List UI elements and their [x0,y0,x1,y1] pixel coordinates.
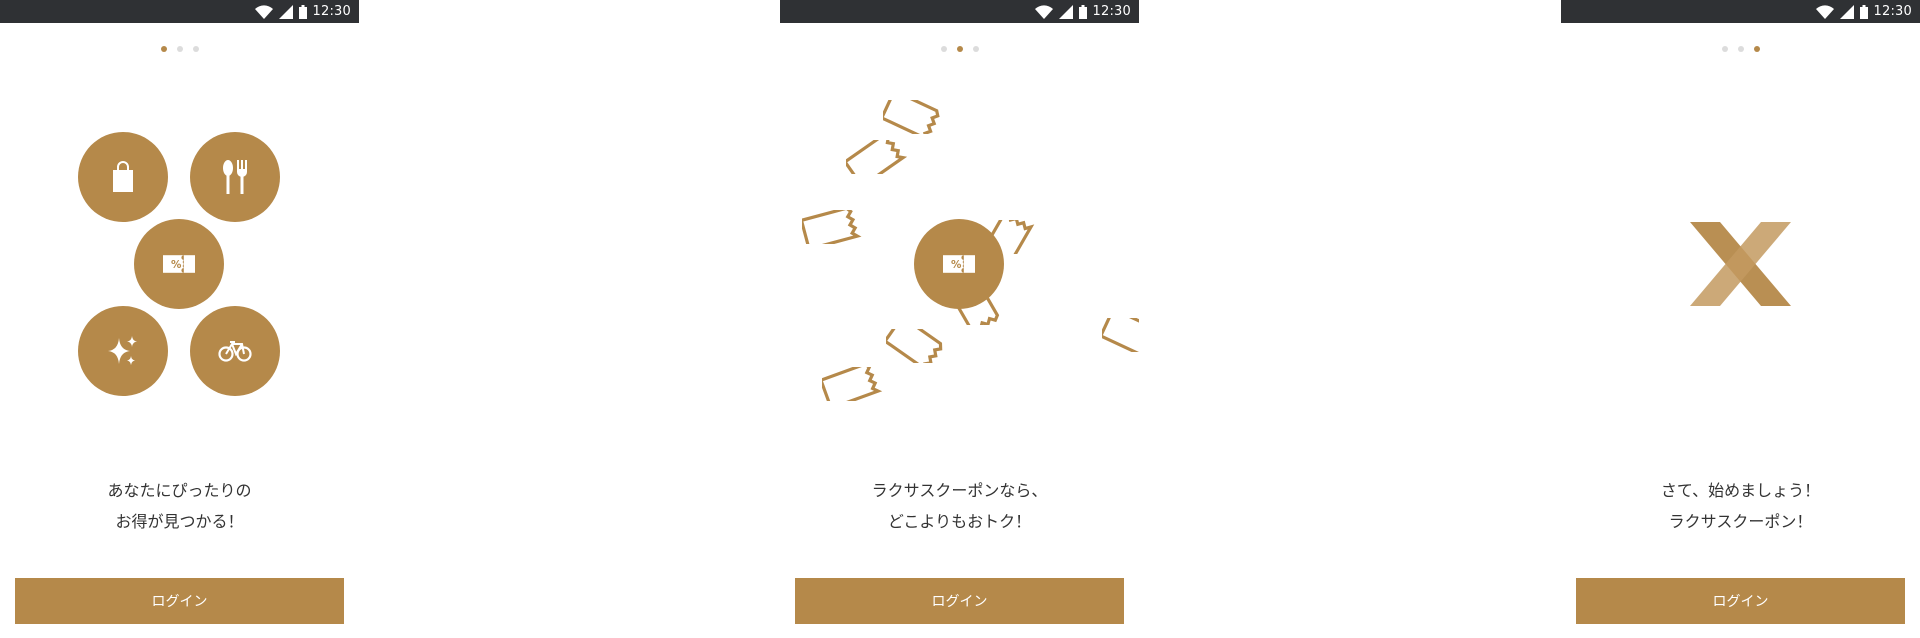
page-dot-2[interactable] [1737,46,1744,52]
page-indicator [1721,46,1760,52]
login-button[interactable]: ログイン [795,578,1124,624]
coupon-icon [163,255,195,273]
wifi-icon [1815,4,1834,19]
status-time: 12:30 [1873,4,1912,19]
restaurant-category-circle [190,132,280,222]
onboarding-screen-3: 12:30 さて、始めましょう！ ラクサスクーポン！ ログイン [1561,0,1920,638]
signal-icon [1839,4,1854,19]
leisure-category-circle [190,306,280,396]
sparkle-icon [108,336,137,365]
ticket-outline-icon [886,329,950,363]
login-button[interactable]: ログイン [1576,578,1905,624]
onboarding-caption: ラクサスクーポンなら、 どこよりもおトク！ [780,475,1139,537]
ticket-outline-icon [883,100,947,134]
status-time: 12:30 [312,4,351,19]
caption-line-1: あなたにぴったりの [107,481,252,500]
shopping-category-circle [78,132,168,222]
status-bar: 12:30 [0,0,359,23]
onboarding-caption: さて、始めましょう！ ラクサスクーポン！ [1561,475,1920,537]
coupon-category-circle [134,219,224,309]
wifi-icon [1034,4,1053,19]
ticket-outline-icon [802,210,866,244]
page-dot-2[interactable] [956,46,963,52]
page-dot-3[interactable] [192,46,199,52]
bicycle-icon [218,341,252,362]
ticket-outline-icon [1102,318,1139,352]
page-dot-2[interactable] [176,46,183,52]
page-dot-1[interactable] [940,46,947,52]
caption-line-2: どこよりもおトク！ [887,512,1032,531]
caption-line-2: お得が見つかる！ [115,512,244,531]
login-button[interactable]: ログイン [15,578,344,624]
coupon-center-circle [914,219,1004,309]
beauty-category-circle [78,306,168,396]
caption-line-1: さて、始めましょう！ [1660,481,1821,500]
page-indicator [940,46,979,52]
status-bar: 12:30 [1561,0,1920,23]
onboarding-screen-1: 12:30 あなたにぴったりの お得が見つかる！ ログイン [0,0,359,638]
battery-icon [1078,4,1087,19]
wifi-icon [254,4,273,19]
shopping-bag-icon [113,161,133,192]
restaurant-icon [223,160,247,194]
onboarding-screen-2: 12:30 ラクサスクーポンなら、 どこよりもおトク！ ログイン [780,0,1139,638]
coupon-icon [943,255,975,273]
page-dot-1[interactable] [1721,46,1728,52]
page-dot-3[interactable] [972,46,979,52]
page-dot-1[interactable] [160,46,167,52]
ticket-outline-icon [846,140,910,174]
status-bar: 12:30 [780,0,1139,23]
caption-line-1: ラクサスクーポンなら、 [871,481,1048,500]
onboarding-caption: あなたにぴったりの お得が見つかる！ [0,475,359,537]
signal-icon [278,4,293,19]
status-time: 12:30 [1092,4,1131,19]
battery-icon [298,4,307,19]
page-indicator [160,46,199,52]
signal-icon [1058,4,1073,19]
battery-icon [1859,4,1868,19]
x-logo-icon [1690,222,1791,306]
caption-line-2: ラクサスクーポン！ [1668,512,1813,531]
page-dot-3[interactable] [1753,46,1760,52]
ticket-outline-icon [822,367,886,401]
